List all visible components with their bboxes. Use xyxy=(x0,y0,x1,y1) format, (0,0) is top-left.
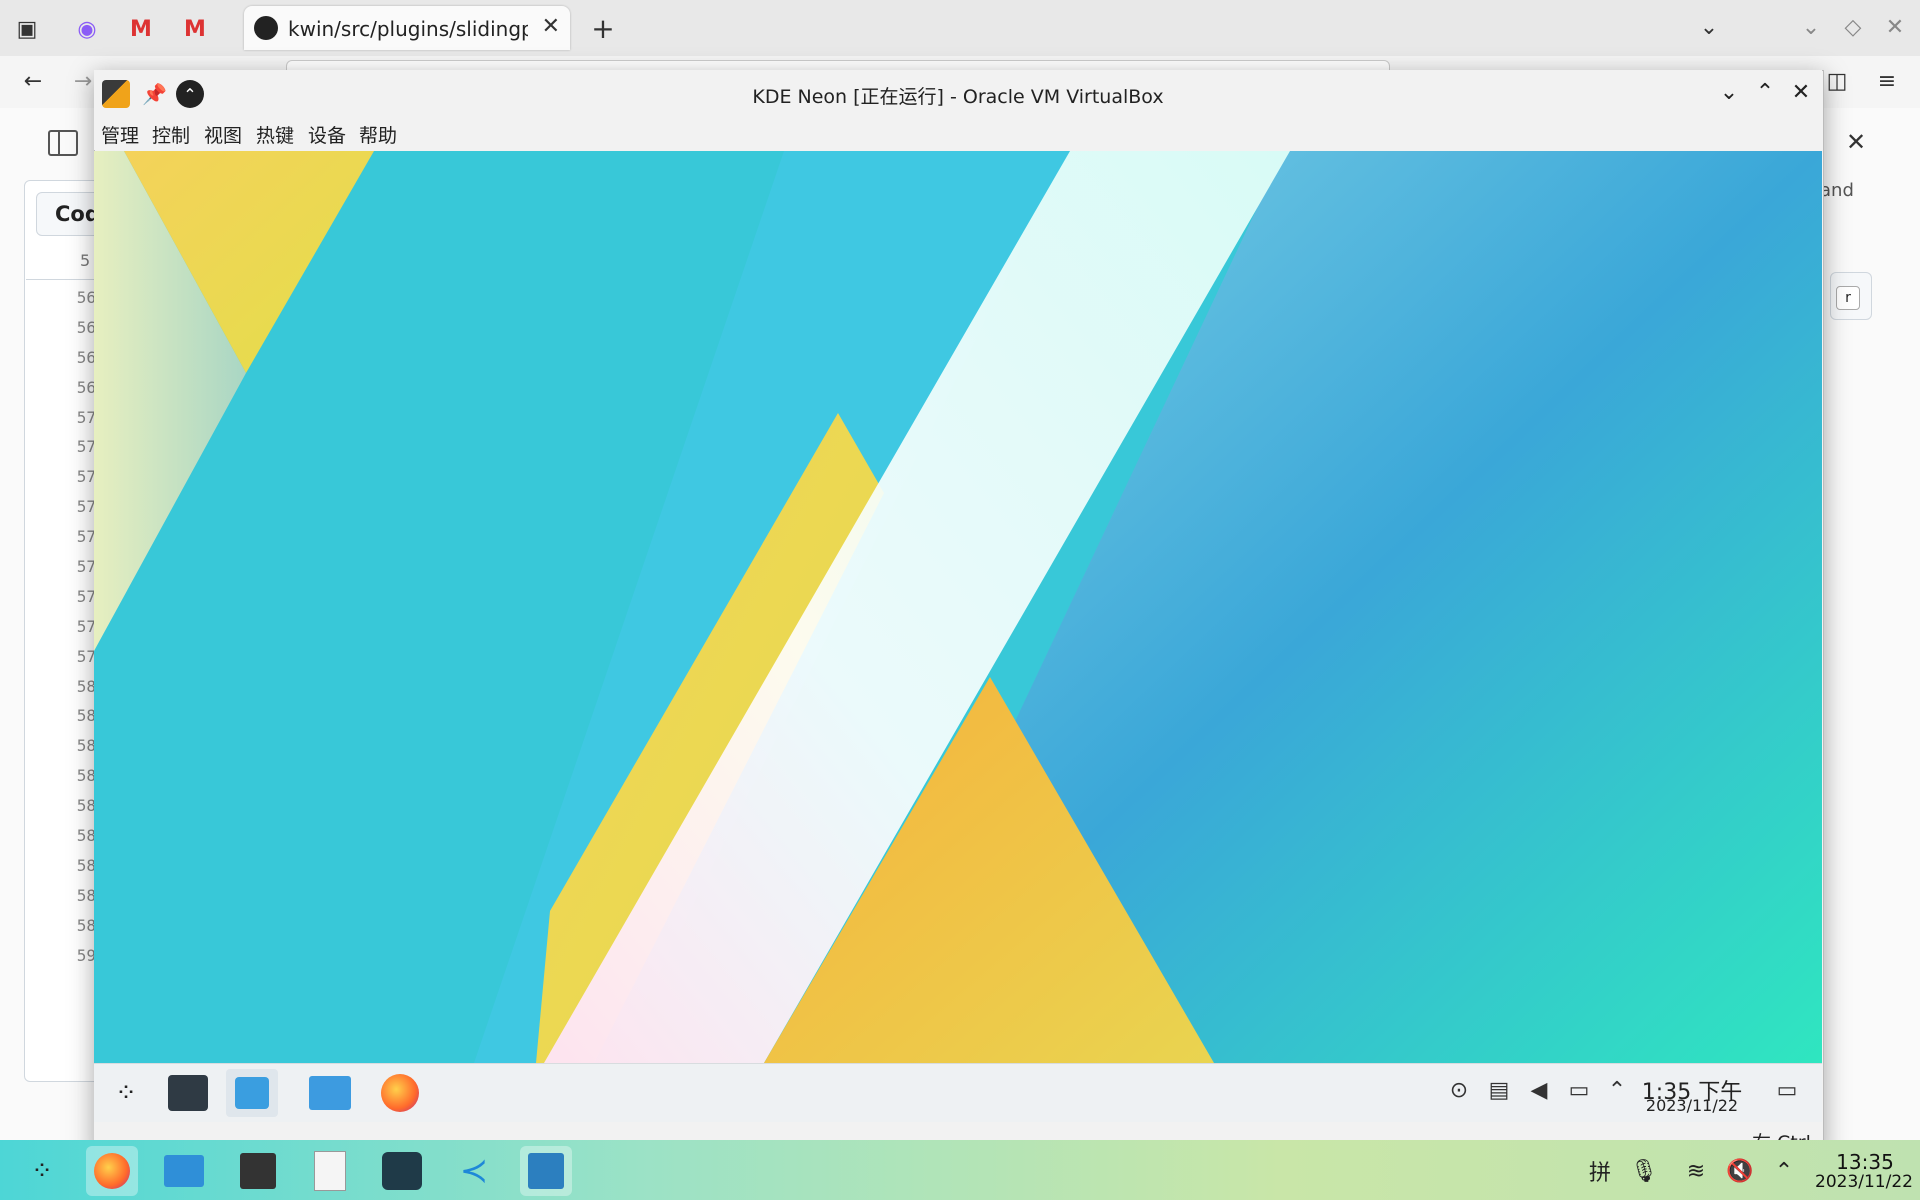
line-number[interactable]: 58 xyxy=(26,766,96,796)
file-manager-icon[interactable] xyxy=(158,1146,210,1196)
vscode-icon[interactable]: ≺ xyxy=(448,1146,500,1196)
expand-tray-icon[interactable]: ⌃ xyxy=(1602,1078,1632,1103)
firefox-icon[interactable] xyxy=(374,1069,426,1117)
input-method-indicator[interactable]: 拼 xyxy=(1582,1146,1618,1196)
line-number[interactable]: 57 xyxy=(26,557,96,587)
discord-icon[interactable]: ◉ xyxy=(72,14,102,44)
line-number[interactable]: 57 xyxy=(26,647,96,677)
line-number[interactable]: 57 xyxy=(26,408,96,438)
line-number[interactable]: 58 xyxy=(26,826,96,856)
maximize-icon[interactable]: ◇ xyxy=(1838,12,1868,42)
line-number[interactable]: 58 xyxy=(26,886,96,916)
back-icon[interactable]: ← xyxy=(18,66,48,96)
updates-icon[interactable]: ⊙ xyxy=(1444,1078,1474,1103)
firefox-icon[interactable] xyxy=(86,1146,138,1196)
window-title: KDE Neon [正在运行] - Oracle VM VirtualBox xyxy=(752,86,1164,108)
gmail-icon[interactable]: M xyxy=(180,14,210,44)
volume-icon[interactable]: ◀ xyxy=(1524,1078,1554,1103)
minimize-icon[interactable]: ⌄ xyxy=(1796,12,1826,42)
tab-close-icon[interactable]: ✕ xyxy=(542,14,560,39)
show-desktop-icon[interactable]: ▭ xyxy=(1772,1078,1802,1103)
line-number[interactable]: 57 xyxy=(26,467,96,497)
line-number[interactable]: 58 xyxy=(26,706,96,736)
app-icon[interactable] xyxy=(376,1146,428,1196)
wifi-icon[interactable]: ≋ xyxy=(1678,1146,1714,1196)
close-icon[interactable]: ✕ xyxy=(1846,128,1866,156)
minimize-icon[interactable]: ⌄ xyxy=(1714,80,1744,105)
line-number[interactable]: 56 xyxy=(26,288,96,318)
tab-overview-icon[interactable]: ▣ xyxy=(12,14,42,44)
gmail-icon[interactable]: M xyxy=(126,14,156,44)
line-number[interactable]: 59 xyxy=(26,946,96,976)
volume-muted-icon[interactable]: 🔇 xyxy=(1722,1146,1758,1196)
tab-title: kwin/src/plugins/slidingpo xyxy=(288,17,528,41)
list-all-tabs-icon[interactable]: ⌄ xyxy=(1694,12,1724,42)
line-number[interactable]: 58 xyxy=(26,796,96,826)
new-tab-icon[interactable]: + xyxy=(588,12,618,45)
guest-clock-date[interactable]: 2023/11/22 xyxy=(1640,1096,1744,1115)
wallpaper-art xyxy=(94,151,1822,1063)
application-launcher-icon[interactable]: ⁘ xyxy=(100,1069,152,1117)
description-text: and xyxy=(1820,180,1854,201)
menu-view[interactable]: 视图 xyxy=(204,121,242,148)
line-number[interactable]: 58 xyxy=(26,677,96,707)
host-clock-date[interactable]: 2023/11/22 xyxy=(1812,1172,1916,1192)
line-number[interactable]: 58 xyxy=(26,856,96,886)
maximize-icon[interactable]: ⌃ xyxy=(1750,80,1780,105)
menu-hotkeys[interactable]: 热键 xyxy=(256,121,294,148)
virtualbox-icon[interactable] xyxy=(520,1146,572,1196)
github-icon xyxy=(254,16,278,40)
menu-machine[interactable]: 管理 xyxy=(101,121,139,148)
host-clock-time[interactable]: 13:35 xyxy=(1824,1150,1906,1174)
dolphin-folder-icon[interactable] xyxy=(304,1069,356,1117)
line-number[interactable]: 57 xyxy=(26,437,96,467)
line-number[interactable]: 57 xyxy=(26,527,96,557)
sidebar-icon[interactable]: ◫ xyxy=(1820,66,1854,96)
line-number[interactable]: 57 xyxy=(26,617,96,647)
close-window-icon[interactable]: ✕ xyxy=(1880,12,1910,42)
network-icon[interactable]: ▭ xyxy=(1564,1078,1594,1103)
menu-bar xyxy=(94,114,1822,150)
text-editor-icon[interactable] xyxy=(304,1146,356,1196)
terminal-icon[interactable] xyxy=(232,1146,284,1196)
menu-icon[interactable]: ≡ xyxy=(1872,66,1902,96)
clipboard-icon[interactable]: ▤ xyxy=(1484,1078,1514,1103)
microphone-icon[interactable]: 🎙 xyxy=(1626,1146,1662,1196)
line-number[interactable]: 57 xyxy=(26,497,96,527)
active-tab[interactable]: kwin/src/plugins/slidingpo ✕ xyxy=(244,6,570,50)
line-number[interactable]: 56 xyxy=(26,378,96,408)
line-number[interactable]: 56 xyxy=(26,318,96,348)
line-number[interactable]: 57 xyxy=(26,587,96,617)
line-number[interactable]: 58 xyxy=(26,916,96,946)
menu-help[interactable]: 帮助 xyxy=(359,121,397,148)
menu-devices[interactable]: 设备 xyxy=(308,121,346,148)
shortcut-key: r xyxy=(1836,286,1860,310)
close-icon[interactable]: ✕ xyxy=(1786,80,1816,105)
system-settings-icon[interactable] xyxy=(162,1069,214,1117)
line-numbers: 56 56 56 56 57 57 57 57 57 57 57 57 57 58 58 58 58 58 58 58… xyxy=(26,288,96,975)
application-launcher-icon[interactable]: ⁘ xyxy=(16,1146,68,1196)
line-number[interactable]: 58 xyxy=(26,736,96,766)
menu-control[interactable]: 控制 xyxy=(152,121,190,148)
line-number[interactable]: 56 xyxy=(26,348,96,378)
sidebar-toggle-icon[interactable] xyxy=(48,130,78,156)
guest-desktop-wallpaper[interactable] xyxy=(94,151,1822,1063)
expand-tray-icon[interactable]: ⌃ xyxy=(1766,1146,1802,1196)
discover-icon[interactable] xyxy=(226,1069,278,1117)
